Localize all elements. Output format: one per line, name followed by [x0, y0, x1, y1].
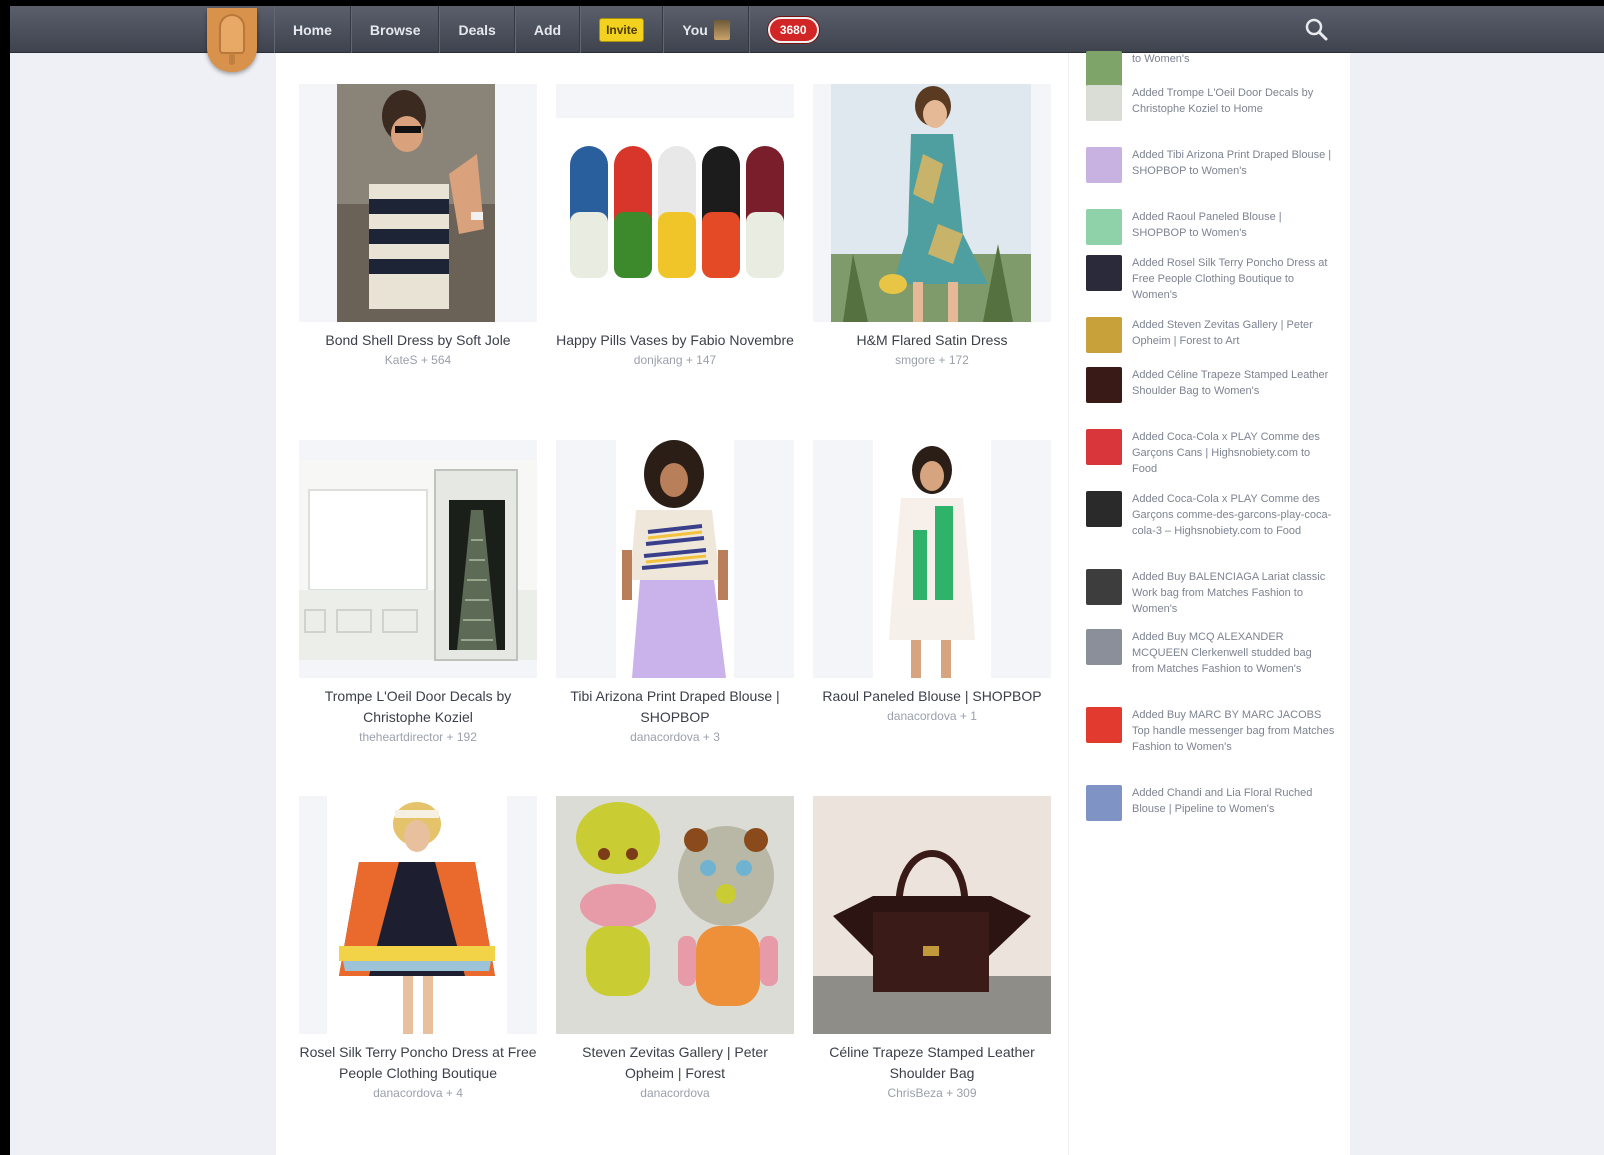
- product-card[interactable]: Tibi Arizona Print Draped Blouse | SHOPB…: [556, 440, 794, 746]
- product-image[interactable]: [299, 796, 537, 1034]
- activity-thumbnail[interactable]: [1086, 491, 1122, 527]
- activity-thumbnail[interactable]: [1086, 367, 1122, 403]
- nav-you[interactable]: You: [663, 6, 749, 53]
- activity-text[interactable]: Added Rosel Silk Terry Poncho Dress at F…: [1132, 255, 1336, 303]
- product-image[interactable]: [813, 440, 1051, 678]
- activity-item[interactable]: Added Buy MCQ ALEXANDER MCQUEEN Clerkenw…: [1086, 629, 1336, 677]
- card-meta: ChrisBeza + 309: [887, 1086, 977, 1100]
- nav-notifications[interactable]: 3680: [748, 6, 837, 53]
- card-title[interactable]: Rosel Silk Terry Poncho Dress at Free Pe…: [299, 1042, 537, 1084]
- activity-text[interactable]: Added Buy BALENCIAGA Lariat classic Work…: [1132, 569, 1336, 617]
- activity-thumbnail[interactable]: [1086, 569, 1122, 605]
- invite-button[interactable]: Invite: [599, 17, 645, 42]
- app-window: Home Browse Deals Add Invite You 3680 Bo…: [10, 6, 1604, 1155]
- card-title[interactable]: Tibi Arizona Print Draped Blouse | SHOPB…: [556, 686, 794, 728]
- activity-thumbnail[interactable]: [1086, 51, 1122, 87]
- card-title[interactable]: Steven Zevitas Gallery | Peter Opheim | …: [556, 1042, 794, 1084]
- activity-text[interactable]: Added Raoul Paneled Blouse | SHOPBOP to …: [1132, 209, 1336, 245]
- product-card[interactable]: Rosel Silk Terry Poncho Dress at Free Pe…: [299, 796, 537, 1102]
- card-title[interactable]: Céline Trapeze Stamped Leather Shoulder …: [813, 1042, 1051, 1084]
- card-meta: danacordova: [640, 1086, 710, 1100]
- activity-item[interactable]: Added Tibi Arizona Print Draped Blouse |…: [1086, 147, 1336, 183]
- nav-home[interactable]: Home: [274, 6, 351, 53]
- nav-invite[interactable]: Invite: [580, 6, 664, 53]
- avatar: [713, 19, 730, 40]
- activity-text[interactable]: Added Buy MARC BY MARC JACOBS Top handle…: [1132, 707, 1336, 755]
- activity-thumbnail[interactable]: [1086, 429, 1122, 465]
- activity-thumbnail[interactable]: [1086, 317, 1122, 353]
- popsicle-logo-icon[interactable]: [207, 8, 257, 72]
- nav-add[interactable]: Add: [514, 6, 581, 53]
- activity-text[interactable]: Added Buy MCQ ALEXANDER MCQUEEN Clerkenw…: [1132, 629, 1336, 677]
- card-meta: KateS + 564: [384, 353, 452, 367]
- activity-text[interactable]: Added Coca-Cola x PLAY Comme des Garçons…: [1132, 491, 1336, 539]
- activity-thumbnail[interactable]: [1086, 785, 1122, 821]
- card-meta: donjkang + 147: [633, 353, 717, 367]
- card-meta: danacordova + 4: [373, 1086, 463, 1100]
- nav-deals[interactable]: Deals: [439, 6, 515, 53]
- activity-item[interactable]: Added Steven Zevitas Gallery | Peter Oph…: [1086, 317, 1336, 353]
- card-title[interactable]: Happy Pills Vases by Fabio Novembre: [556, 330, 794, 351]
- nav-menu: Home Browse Deals Add Invite You 3680: [274, 6, 837, 53]
- activity-item[interactable]: Added Céline Trapeze Stamped Leather Sho…: [1086, 367, 1336, 403]
- product-card[interactable]: Happy Pills Vases by Fabio Novembre donj…: [556, 84, 794, 369]
- activity-text[interactable]: Added Tibi Arizona Print Draped Blouse |…: [1132, 147, 1336, 183]
- activity-item[interactable]: Added Buy MARC BY MARC JACOBS Top handle…: [1086, 707, 1336, 755]
- nav-home-label: Home: [293, 21, 332, 38]
- activity-text[interactable]: Added Coca-Cola x PLAY Comme des Garçons…: [1132, 429, 1336, 477]
- product-image[interactable]: [813, 84, 1051, 322]
- activity-item[interactable]: Added Coca-Cola x PLAY Comme des Garçons…: [1086, 429, 1336, 477]
- search-icon[interactable]: [1303, 16, 1329, 42]
- activity-item[interactable]: Added Chandi and Lia Floral Ruched Blous…: [1086, 785, 1336, 821]
- card-meta: danacordova + 3: [630, 730, 720, 744]
- card-title[interactable]: Bond Shell Dress by Soft Jole: [299, 330, 537, 351]
- activity-text[interactable]: Added Céline Trapeze Stamped Leather Sho…: [1132, 367, 1336, 403]
- activity-thumbnail[interactable]: [1086, 255, 1122, 291]
- card-meta: danacordova + 1: [887, 709, 977, 723]
- product-card[interactable]: Céline Trapeze Stamped Leather Shoulder …: [813, 796, 1051, 1102]
- product-card[interactable]: H&M Flared Satin Dress smgore + 172: [813, 84, 1051, 369]
- product-card[interactable]: Steven Zevitas Gallery | Peter Opheim | …: [556, 796, 794, 1102]
- card-meta: smgore + 172: [895, 353, 969, 367]
- notification-badge[interactable]: 3680: [767, 16, 819, 43]
- activity-item[interactable]: to Women's: [1086, 51, 1336, 87]
- activity-thumbnail[interactable]: [1086, 147, 1122, 183]
- activity-item[interactable]: Added Trompe L'Oeil Door Decals by Chris…: [1086, 85, 1336, 121]
- card-title[interactable]: H&M Flared Satin Dress: [813, 330, 1051, 351]
- product-image[interactable]: [556, 796, 794, 1034]
- nav-deals-label: Deals: [458, 21, 496, 38]
- activity-item[interactable]: Added Raoul Paneled Blouse | SHOPBOP to …: [1086, 209, 1336, 245]
- card-title[interactable]: Raoul Paneled Blouse | SHOPBOP: [813, 686, 1051, 707]
- activity-text[interactable]: Added Trompe L'Oeil Door Decals by Chris…: [1132, 85, 1336, 121]
- activity-thumbnail[interactable]: [1086, 629, 1122, 665]
- product-image[interactable]: [556, 84, 794, 322]
- product-image[interactable]: [299, 440, 537, 678]
- card-meta: theheartdirector + 192: [359, 730, 477, 744]
- activity-text[interactable]: to Women's: [1132, 51, 1190, 87]
- activity-thumbnail[interactable]: [1086, 85, 1122, 121]
- product-card[interactable]: Bond Shell Dress by Soft Jole KateS + 56…: [299, 84, 537, 369]
- product-card[interactable]: Raoul Paneled Blouse | SHOPBOP danacordo…: [813, 440, 1051, 725]
- nav-add-label: Add: [533, 21, 562, 38]
- activity-thumbnail[interactable]: [1086, 707, 1122, 743]
- nav-browse[interactable]: Browse: [350, 6, 440, 53]
- activity-text[interactable]: Added Steven Zevitas Gallery | Peter Oph…: [1132, 317, 1336, 353]
- nav-browse-label: Browse: [369, 21, 421, 38]
- product-card[interactable]: Trompe L'Oeil Door Decals by Christophe …: [299, 440, 537, 746]
- activity-text[interactable]: Added Chandi and Lia Floral Ruched Blous…: [1132, 785, 1336, 821]
- product-image[interactable]: [299, 84, 537, 322]
- activity-item[interactable]: Added Coca-Cola x PLAY Comme des Garçons…: [1086, 491, 1336, 539]
- activity-thumbnail[interactable]: [1086, 209, 1122, 245]
- nav-you-label: You: [682, 21, 708, 38]
- product-image[interactable]: [813, 796, 1051, 1034]
- activity-item[interactable]: Added Buy BALENCIAGA Lariat classic Work…: [1086, 569, 1336, 617]
- card-title[interactable]: Trompe L'Oeil Door Decals by Christophe …: [299, 686, 537, 728]
- product-image[interactable]: [556, 440, 794, 678]
- sidebar-divider: [1068, 53, 1069, 1155]
- activity-item[interactable]: Added Rosel Silk Terry Poncho Dress at F…: [1086, 255, 1336, 303]
